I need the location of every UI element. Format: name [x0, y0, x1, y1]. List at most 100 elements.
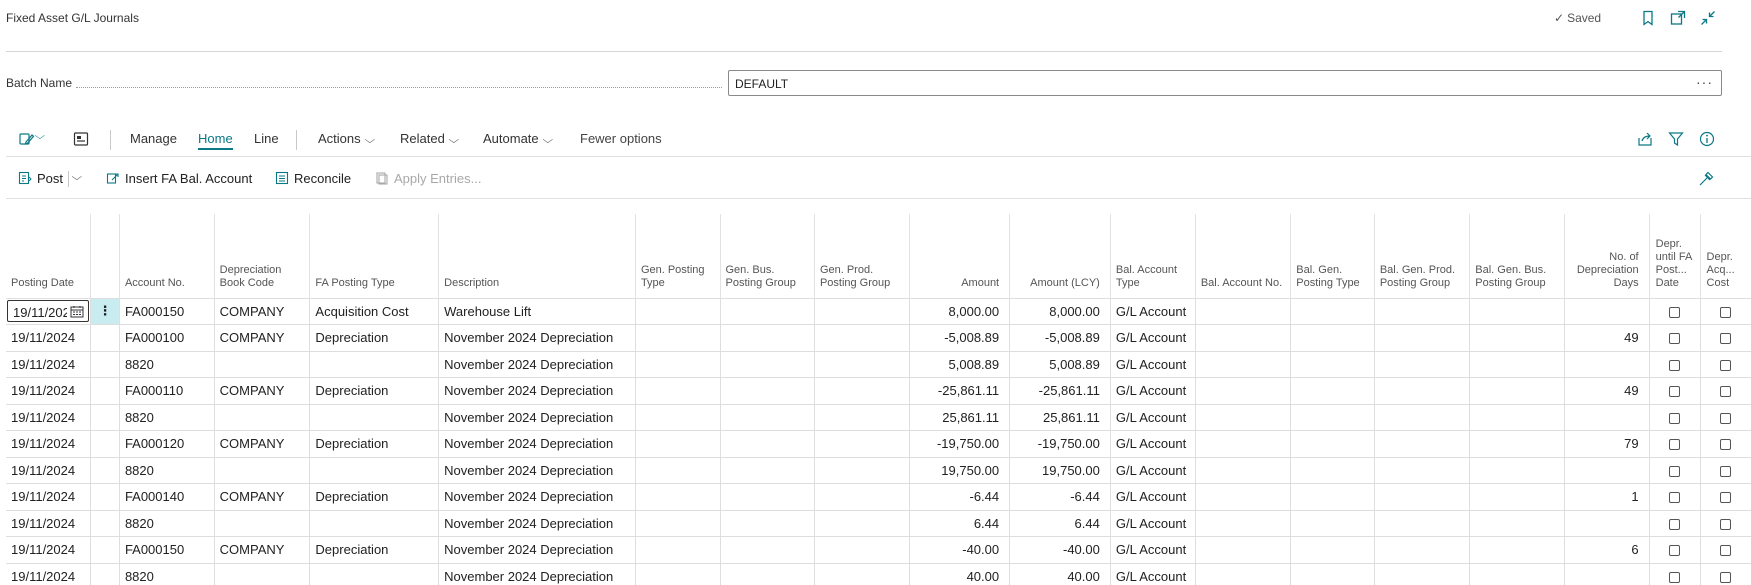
bal-gen-posting-type-cell[interactable] [1290, 403, 1375, 431]
checkbox[interactable] [1720, 386, 1732, 398]
gen-posting-type-cell[interactable] [634, 350, 720, 378]
gen-prod-posting-group-cell[interactable] [813, 562, 910, 585]
table-row[interactable]: 19/11/2024 8820 November 2024 Depreciation… [6, 509, 1751, 537]
bal-account-no-cell[interactable] [1194, 403, 1291, 431]
bal-account-type-cell[interactable]: G/L Account [1109, 536, 1196, 563]
amount-lcy-cell[interactable]: 19,750.00 [1009, 456, 1111, 484]
bal-gen-bus-posting-group-cell[interactable] [1469, 324, 1565, 351]
chevron-down-icon[interactable]: ⌵ [71, 172, 82, 183]
depreciation-book-code-cell[interactable] [213, 509, 310, 537]
col-header-amount-lcy[interactable]: Amount (LCY) [1009, 214, 1111, 298]
info-icon[interactable] [1698, 130, 1716, 148]
col-header-no-of-depreciation-days[interactable]: No. of Depreciation Days [1563, 214, 1650, 298]
row-menu-cell[interactable] [90, 403, 120, 431]
bal-gen-posting-type-cell[interactable] [1290, 456, 1375, 484]
depreciation-book-code-cell[interactable]: COMPANY [213, 297, 310, 325]
checkbox[interactable] [1669, 359, 1681, 371]
calendar-icon[interactable] [70, 305, 84, 318]
fa-posting-type-cell[interactable]: Depreciation [309, 430, 439, 457]
bal-gen-bus-posting-group-cell[interactable] [1469, 456, 1565, 484]
gen-bus-posting-group-cell[interactable] [719, 456, 815, 484]
bal-gen-posting-type-cell[interactable] [1290, 430, 1375, 457]
bal-account-type-cell[interactable]: G/L Account [1109, 377, 1196, 404]
gen-prod-posting-group-cell[interactable] [813, 430, 910, 457]
checkbox[interactable] [1720, 492, 1732, 504]
checkbox[interactable] [1669, 545, 1681, 557]
description-cell[interactable]: November 2024 Depreciation [438, 562, 636, 585]
account-no-cell[interactable]: 8820 [118, 350, 215, 378]
fa-posting-type-cell[interactable]: Depreciation [309, 377, 439, 404]
col-header-account-no[interactable]: Account No. [118, 214, 215, 298]
filter-icon[interactable] [1667, 130, 1685, 148]
depr-until-fa-posting-date-cell[interactable] [1648, 430, 1701, 457]
gen-posting-type-cell[interactable] [634, 536, 720, 563]
depr-acquisition-cost-cell[interactable] [1699, 350, 1751, 378]
gen-bus-posting-group-cell[interactable] [719, 562, 815, 585]
bal-gen-posting-type-cell[interactable] [1290, 536, 1375, 563]
posting-date-cell[interactable]: 19/11/2024 [6, 377, 91, 404]
row-menu-cell[interactable] [90, 456, 120, 484]
menu-actions[interactable]: Actions ⌵ [318, 131, 375, 146]
bal-gen-posting-type-cell[interactable] [1290, 562, 1375, 585]
insert-fa-bal-account-button[interactable]: Insert FA Bal. Account [106, 171, 252, 186]
fa-posting-type-cell[interactable]: Acquisition Cost [309, 297, 439, 325]
col-header-fa-posting-type[interactable]: FA Posting Type [309, 214, 439, 298]
gen-bus-posting-group-cell[interactable] [719, 324, 815, 351]
gen-prod-posting-group-cell[interactable] [813, 483, 910, 510]
gen-posting-type-cell[interactable] [634, 324, 720, 351]
batch-name-field[interactable]: DEFAULT ··· [728, 70, 1722, 96]
fewer-options-button[interactable]: Fewer options [580, 131, 662, 146]
bal-account-no-cell[interactable] [1194, 562, 1291, 585]
gen-prod-posting-group-cell[interactable] [813, 536, 910, 563]
bal-account-no-cell[interactable] [1194, 350, 1291, 378]
bal-gen-prod-posting-group-cell[interactable] [1373, 377, 1470, 404]
account-no-cell[interactable]: 8820 [118, 456, 215, 484]
bal-gen-bus-posting-group-cell[interactable] [1469, 403, 1565, 431]
bal-account-no-cell[interactable] [1194, 509, 1291, 537]
bal-account-type-cell[interactable]: G/L Account [1109, 456, 1196, 484]
amount-cell[interactable]: -19,750.00 [909, 430, 1010, 457]
gen-posting-type-cell[interactable] [634, 430, 720, 457]
description-cell[interactable]: November 2024 Depreciation [438, 430, 636, 457]
gen-posting-type-cell[interactable] [634, 562, 720, 585]
apply-entries-button[interactable]: Apply Entries... [375, 171, 481, 186]
amount-lcy-cell[interactable]: 5,008.89 [1009, 350, 1111, 378]
gen-posting-type-cell[interactable] [634, 297, 720, 325]
amount-cell[interactable]: 19,750.00 [909, 456, 1010, 484]
checkbox[interactable] [1720, 545, 1732, 557]
row-menu-cell[interactable] [90, 377, 120, 404]
account-no-cell[interactable]: FA000110 [118, 377, 215, 404]
account-no-cell[interactable]: 8820 [118, 562, 215, 585]
amount-cell[interactable]: 40.00 [909, 562, 1010, 585]
gen-bus-posting-group-cell[interactable] [719, 509, 815, 537]
table-row[interactable]: 19/11/2024 FA000150 COMPANY Depreciation Nov… [6, 536, 1751, 563]
bal-account-type-cell[interactable]: G/L Account [1109, 297, 1196, 325]
no-of-depreciation-days-cell[interactable] [1563, 297, 1650, 325]
menu-related[interactable]: Related ⌵ [400, 131, 459, 146]
gen-posting-type-cell[interactable] [634, 483, 720, 510]
bal-gen-bus-posting-group-cell[interactable] [1469, 350, 1565, 378]
depr-acquisition-cost-cell[interactable] [1699, 430, 1751, 457]
col-header-gen-posting-type[interactable]: Gen. Posting Type [634, 214, 720, 298]
bal-account-type-cell[interactable]: G/L Account [1109, 562, 1196, 585]
posting-date-cell[interactable]: 19/11/2024 [6, 536, 91, 563]
checkbox[interactable] [1720, 412, 1732, 424]
checkbox[interactable] [1669, 518, 1681, 530]
gen-posting-type-cell[interactable] [634, 456, 720, 484]
depreciation-book-code-cell[interactable] [213, 456, 310, 484]
checkbox[interactable] [1669, 306, 1681, 318]
bal-gen-bus-posting-group-cell[interactable] [1469, 377, 1565, 404]
checkbox[interactable] [1669, 492, 1681, 504]
bal-gen-prod-posting-group-cell[interactable] [1373, 562, 1470, 585]
description-cell[interactable]: November 2024 Depreciation [438, 377, 636, 404]
col-header-depreciation-book-code[interactable]: Depreciation Book Code [213, 214, 310, 298]
depr-acquisition-cost-cell[interactable] [1699, 297, 1751, 325]
bal-gen-prod-posting-group-cell[interactable] [1373, 324, 1470, 351]
posting-date-cell[interactable]: 19/11/2024 [6, 403, 91, 431]
no-of-depreciation-days-cell[interactable] [1563, 562, 1650, 585]
depr-until-fa-posting-date-cell[interactable] [1648, 403, 1701, 431]
depreciation-book-code-cell[interactable]: COMPANY [213, 377, 310, 404]
amount-lcy-cell[interactable]: -5,008.89 [1009, 324, 1111, 351]
account-no-cell[interactable]: 8820 [118, 403, 215, 431]
depreciation-book-code-cell[interactable]: COMPANY [213, 324, 310, 351]
